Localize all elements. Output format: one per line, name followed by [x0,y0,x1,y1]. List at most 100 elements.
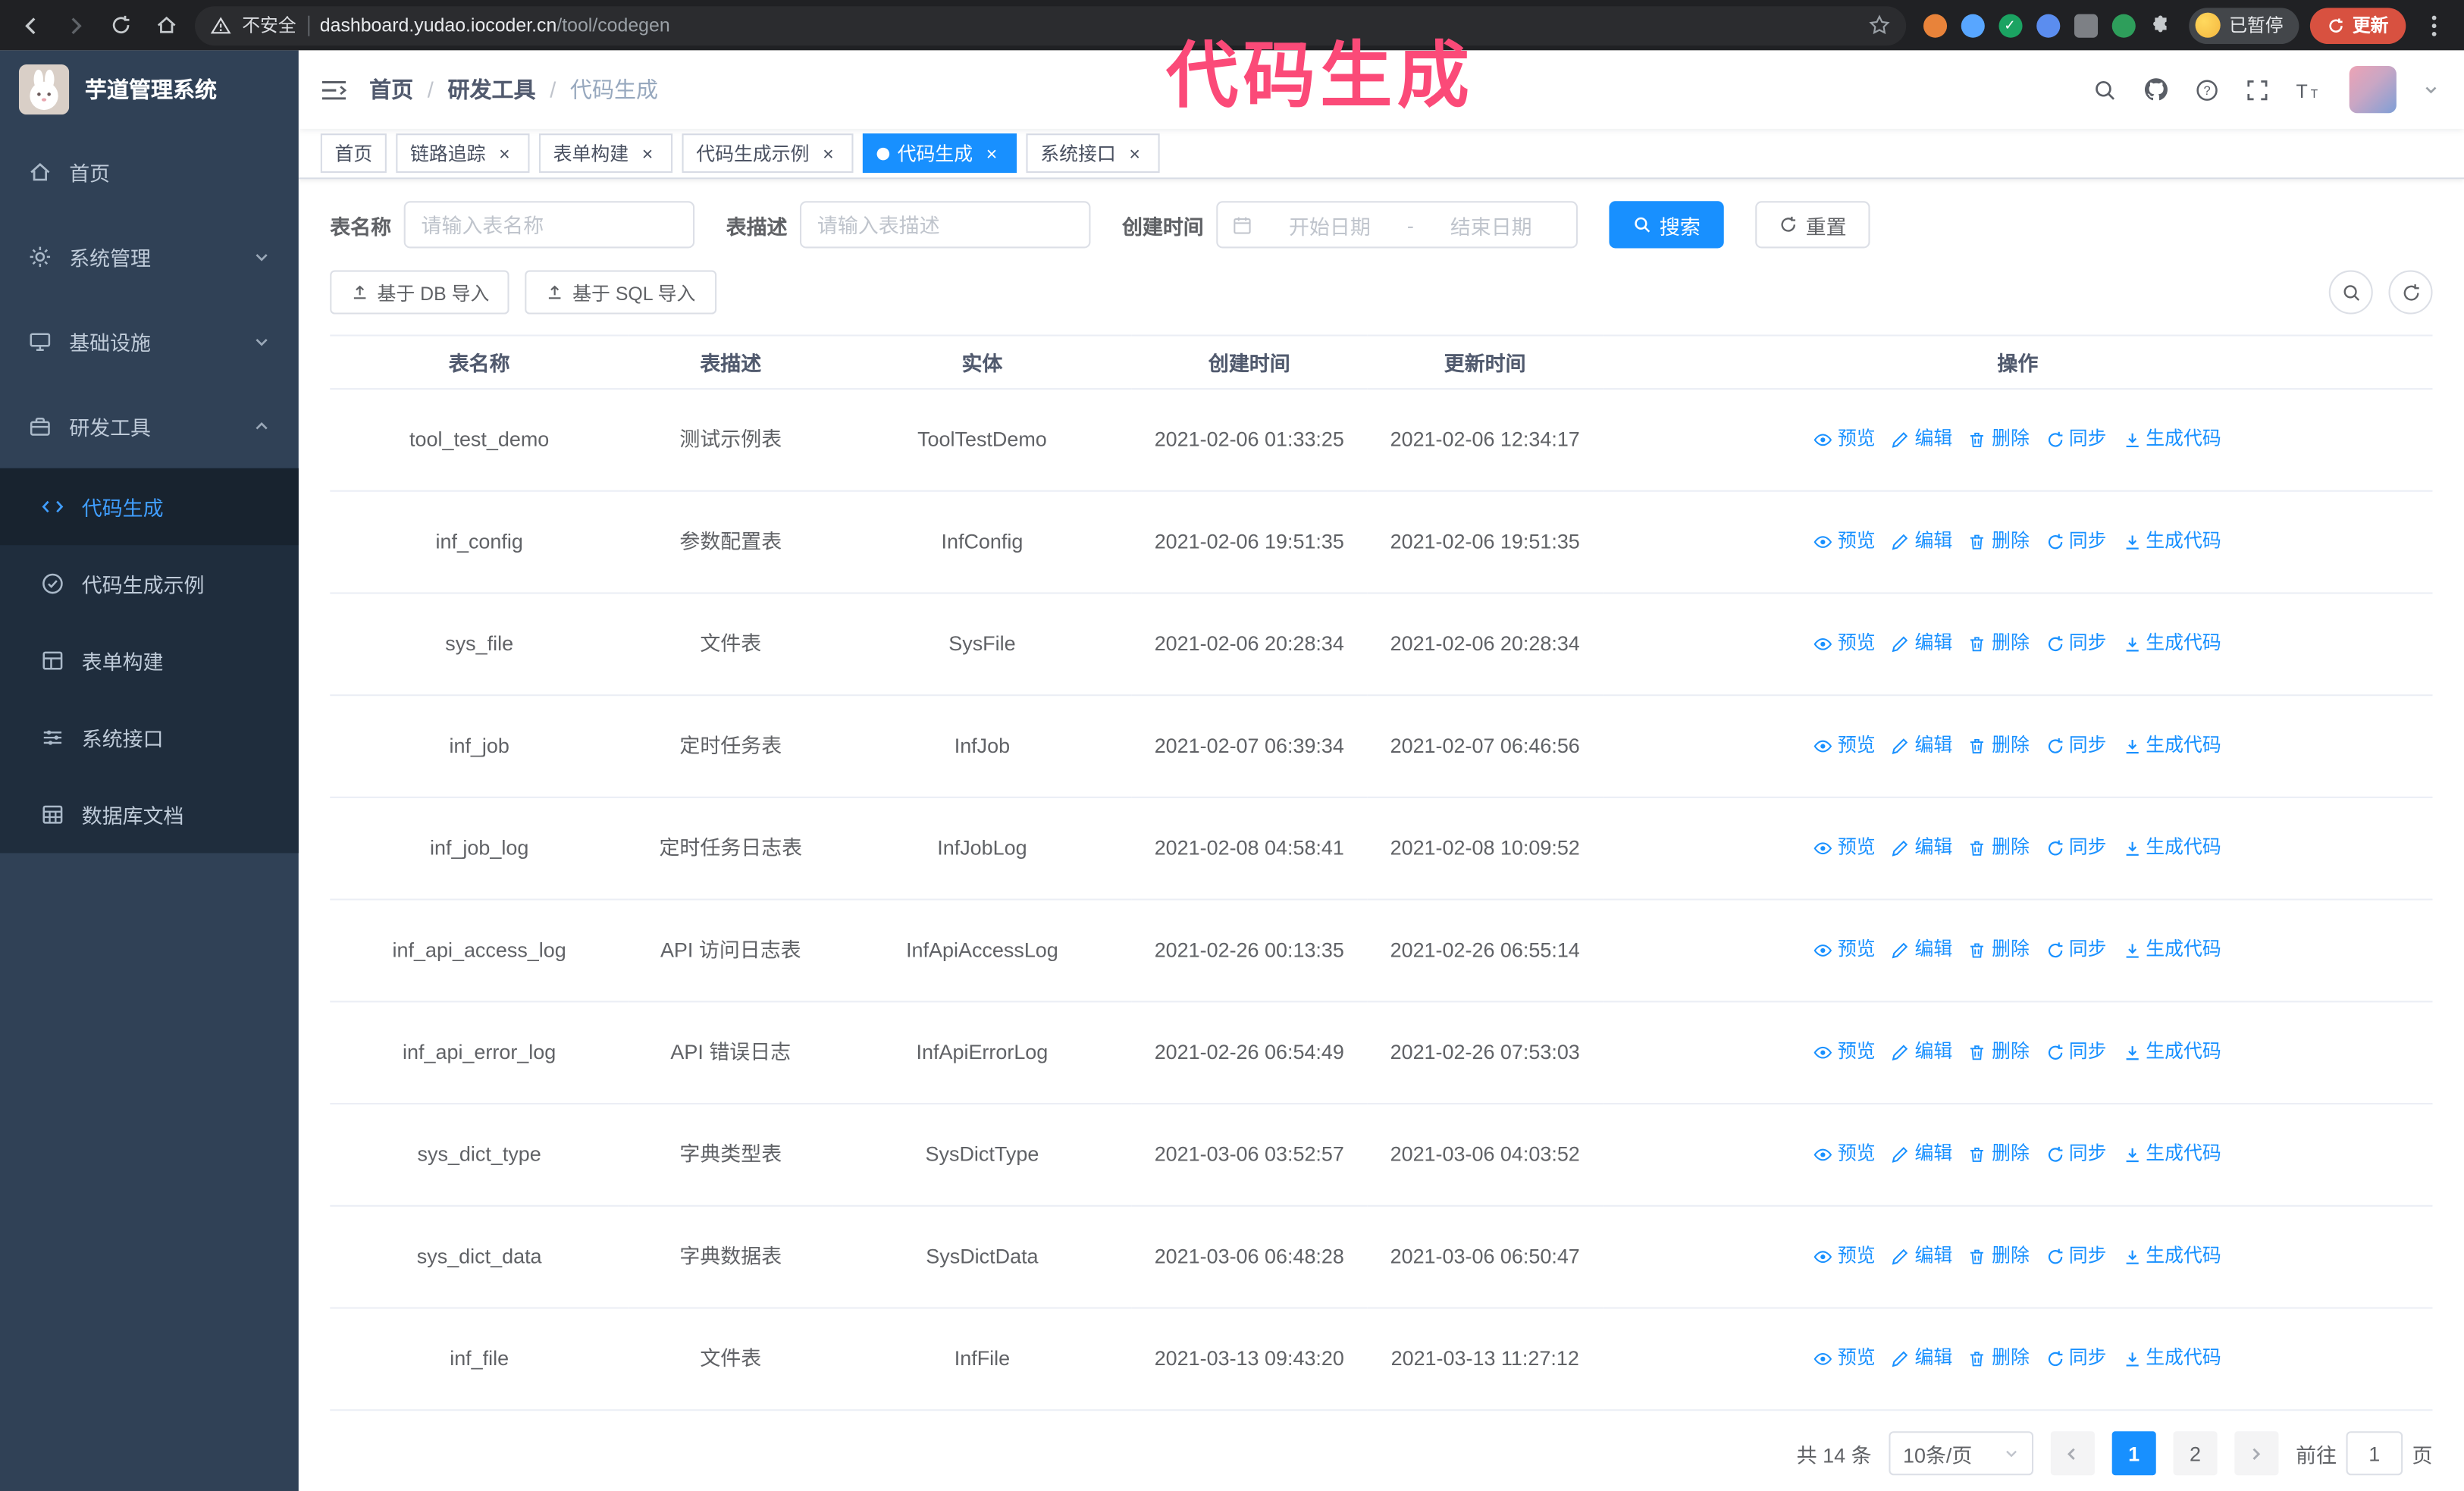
row-action-generate-code[interactable]: 生成代码 [2122,1344,2221,1374]
reset-button[interactable]: 重置 [1755,201,1870,249]
extension-icon[interactable] [1922,13,1947,37]
row-action-edit[interactable]: 编辑 [1891,731,1952,762]
row-action-edit[interactable]: 编辑 [1891,629,1952,659]
import-sql-button[interactable]: 基于 SQL 导入 [525,270,716,315]
avatar-caret-down-icon[interactable] [2423,82,2439,98]
github-icon[interactable] [2143,77,2168,102]
tab-home[interactable]: 首页 [320,133,387,173]
row-action-generate-code[interactable]: 生成代码 [2122,424,2221,455]
tab-close-icon[interactable] [494,143,516,164]
row-action-preview[interactable]: 预览 [1814,527,1876,557]
sidebar-item-home[interactable]: 首页 [0,129,299,214]
row-action-preview[interactable]: 预览 [1814,731,1876,762]
fullscreen-icon[interactable] [2246,78,2269,102]
sidebar-item-system-management[interactable]: 系统管理 [0,214,299,299]
sidebar-item-dev-tools[interactable]: 研发工具 [0,384,299,468]
prev-page-button[interactable] [2050,1431,2095,1476]
row-action-delete[interactable]: 删除 [1968,1242,2030,1272]
sidebar-item-db-docs[interactable]: 数据库文档 [0,776,299,854]
browser-profile-chip[interactable]: 已暂停 [2188,7,2299,43]
browser-reload-icon[interactable] [104,8,139,42]
row-action-sync[interactable]: 同步 [2045,1344,2106,1374]
tab-tracing[interactable]: 链路追踪 [396,133,530,173]
row-action-delete[interactable]: 删除 [1968,731,2030,762]
row-action-edit[interactable]: 编辑 [1891,424,1952,455]
search-icon[interactable] [2093,78,2117,102]
row-action-delete[interactable]: 删除 [1968,1038,2030,1068]
refresh-table-button[interactable] [2388,270,2433,315]
row-action-preview[interactable]: 预览 [1814,629,1876,659]
row-action-edit[interactable]: 编辑 [1891,833,1952,863]
tab-close-icon[interactable] [1124,143,1146,164]
page-size-select[interactable]: 10条/页 [1889,1431,2034,1476]
sidebar-item-system-api[interactable]: 系统接口 [0,699,299,776]
sidebar-item-form-builder[interactable]: 表单构建 [0,622,299,700]
row-action-preview[interactable]: 预览 [1814,1242,1876,1272]
tab-close-icon[interactable] [817,143,839,164]
row-action-preview[interactable]: 预览 [1814,424,1876,455]
page-button-1[interactable]: 1 [2111,1431,2156,1476]
row-action-sync[interactable]: 同步 [2045,527,2106,557]
sidebar-collapse-icon[interactable] [299,78,369,102]
row-action-sync[interactable]: 同步 [2045,629,2106,659]
row-action-edit[interactable]: 编辑 [1891,1344,1952,1374]
extensions-puzzle-icon[interactable] [2149,14,2171,36]
page-button-2[interactable]: 2 [2173,1431,2218,1476]
bookmark-star-icon[interactable] [1867,14,1889,36]
browser-menu-icon[interactable] [2417,8,2452,42]
row-action-generate-code[interactable]: 生成代码 [2122,731,2221,762]
row-action-generate-code[interactable]: 生成代码 [2122,833,2221,863]
row-action-delete[interactable]: 删除 [1968,935,2030,966]
browser-back-icon[interactable] [13,8,48,42]
row-action-edit[interactable]: 编辑 [1891,527,1952,557]
row-action-sync[interactable]: 同步 [2045,1140,2106,1170]
row-action-preview[interactable]: 预览 [1814,935,1876,966]
browser-home-icon[interactable] [149,8,184,42]
breadcrumb-home[interactable]: 首页 [369,74,413,105]
extension-check-icon[interactable]: ✓ [1998,13,2022,37]
row-action-delete[interactable]: 删除 [1968,833,2030,863]
row-action-preview[interactable]: 预览 [1814,1038,1876,1068]
row-action-delete[interactable]: 删除 [1968,629,2030,659]
row-action-sync[interactable]: 同步 [2045,731,2106,762]
row-action-sync[interactable]: 同步 [2045,424,2106,455]
sidebar-item-infrastructure[interactable]: 基础设施 [0,299,299,384]
extension-icon[interactable] [1960,13,1984,37]
row-action-sync[interactable]: 同步 [2045,1242,2106,1272]
next-page-button[interactable] [2234,1431,2279,1476]
row-action-preview[interactable]: 预览 [1814,1344,1876,1374]
table-name-input[interactable] [403,201,695,249]
row-action-generate-code[interactable]: 生成代码 [2122,527,2221,557]
font-size-icon[interactable]: TT [2296,80,2322,100]
toggle-search-button[interactable] [2328,270,2373,315]
row-action-delete[interactable]: 删除 [1968,1344,2030,1374]
row-action-sync[interactable]: 同步 [2045,935,2106,966]
browser-address-bar[interactable]: 不安全 dashboard.yudao.iocoder.cn/tool/code… [195,5,1906,45]
search-button[interactable]: 搜索 [1609,201,1724,249]
help-icon[interactable]: ? [2196,78,2219,102]
tab-system-api[interactable]: 系统接口 [1026,133,1160,173]
tab-close-icon[interactable] [981,143,1003,164]
browser-update-button[interactable]: 更新 [2309,7,2406,43]
extension-icon[interactable] [2111,13,2135,37]
extension-icon[interactable] [2036,13,2060,37]
import-db-button[interactable]: 基于 DB 导入 [330,270,510,315]
row-action-generate-code[interactable]: 生成代码 [2122,1242,2221,1272]
row-action-edit[interactable]: 编辑 [1891,1038,1952,1068]
table-desc-input[interactable] [800,201,1091,249]
row-action-generate-code[interactable]: 生成代码 [2122,1140,2221,1170]
row-action-delete[interactable]: 删除 [1968,424,2030,455]
goto-page-input[interactable] [2346,1431,2403,1476]
row-action-edit[interactable]: 编辑 [1891,935,1952,966]
row-action-edit[interactable]: 编辑 [1891,1242,1952,1272]
row-action-generate-code[interactable]: 生成代码 [2122,1038,2221,1068]
row-action-delete[interactable]: 删除 [1968,1140,2030,1170]
tab-form-builder[interactable]: 表单构建 [539,133,673,173]
row-action-generate-code[interactable]: 生成代码 [2122,629,2221,659]
row-action-edit[interactable]: 编辑 [1891,1140,1952,1170]
row-action-preview[interactable]: 预览 [1814,1140,1876,1170]
row-action-sync[interactable]: 同步 [2045,833,2106,863]
tab-code-generation[interactable]: 代码生成 [863,133,1017,173]
create-time-range-picker[interactable]: 开始日期 - 结束日期 [1216,201,1578,249]
sidebar-item-code-generation[interactable]: 代码生成 [0,468,299,546]
